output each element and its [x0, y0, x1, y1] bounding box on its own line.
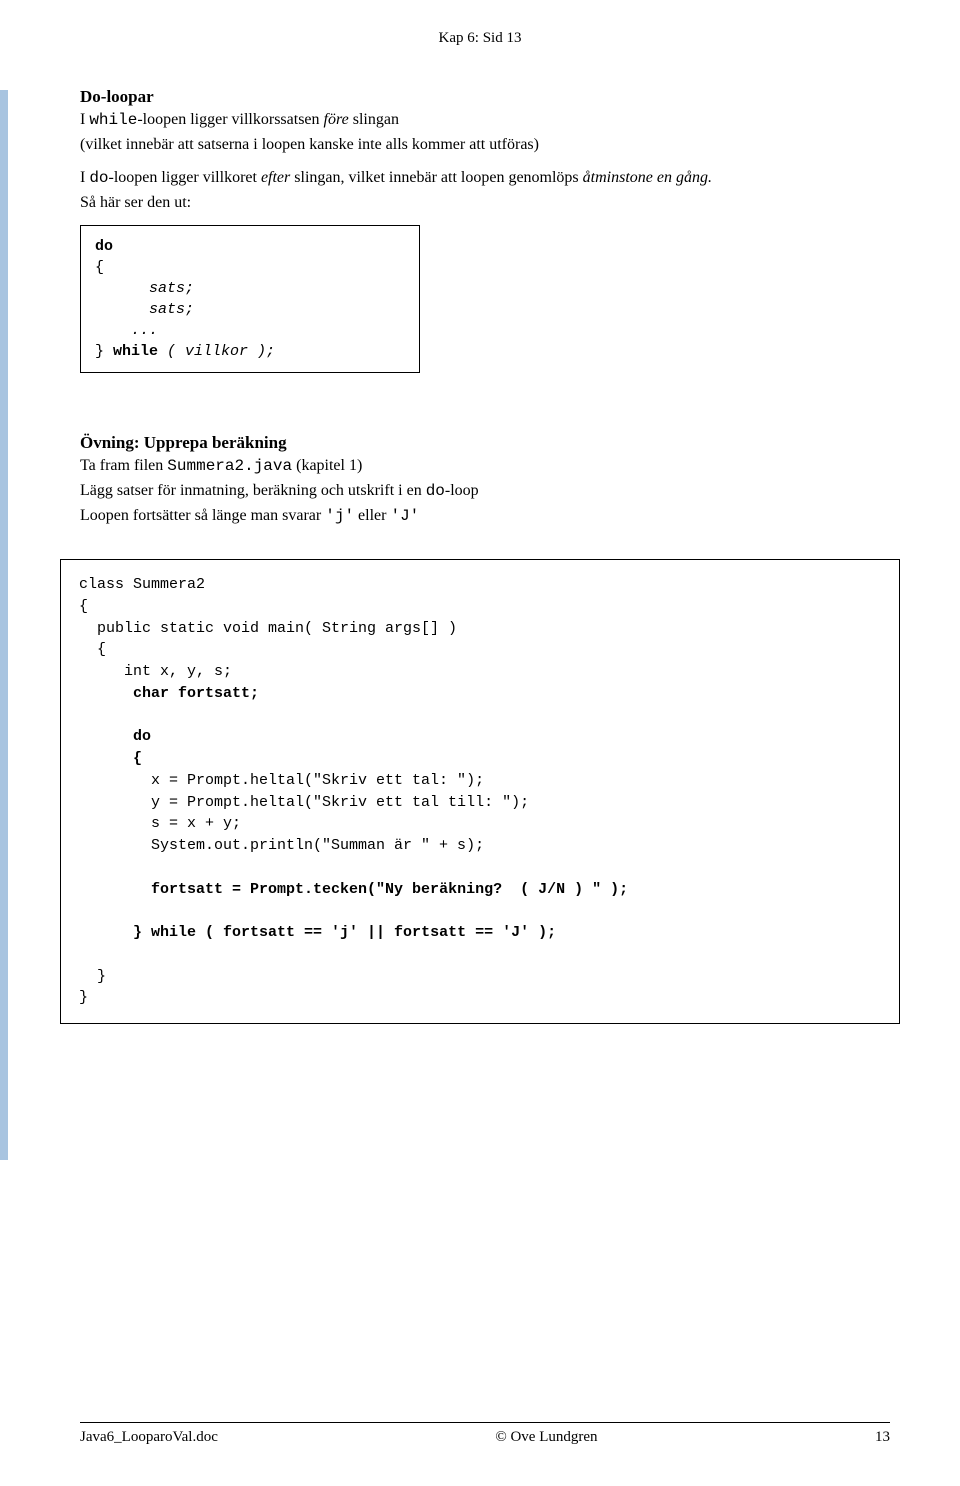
footer-copyright: © Ove Lundgren	[495, 1429, 597, 1446]
para-4: Så här ser den ut:	[80, 192, 890, 214]
para-6: Lägg satser för inmatning, beräkning och…	[80, 480, 890, 503]
para-3: I do-loopen ligger villkoret efter sling…	[80, 167, 890, 190]
page-header: Kap 6: Sid 13	[0, 0, 960, 47]
code-box: class Summera2 { public static void main…	[60, 559, 900, 1024]
footer-pagenum: 13	[875, 1429, 890, 1446]
footer-filename: Java6_LooparoVal.doc	[80, 1429, 218, 1446]
syntax-box: do { sats; sats; ... } while ( villkor )…	[80, 225, 420, 373]
left-accent-bar	[0, 90, 8, 1160]
page-content: Do-loopar I while-loopen ligger villkors…	[0, 47, 960, 1024]
para-1: I while-loopen ligger villkorssatsen för…	[80, 109, 890, 132]
section-title-ovning: Övning: Upprepa beräkning	[80, 433, 890, 453]
para-7: Loopen fortsätter så länge man svarar 'j…	[80, 505, 890, 528]
section-title-do-loopar: Do-loopar	[80, 87, 890, 107]
para-2: (vilket innebär att satserna i loopen ka…	[80, 134, 890, 156]
para-5: Ta fram filen Summera2.java (kapitel 1)	[80, 455, 890, 478]
page-footer: Java6_LooparoVal.doc © Ove Lundgren 13	[80, 1422, 890, 1446]
